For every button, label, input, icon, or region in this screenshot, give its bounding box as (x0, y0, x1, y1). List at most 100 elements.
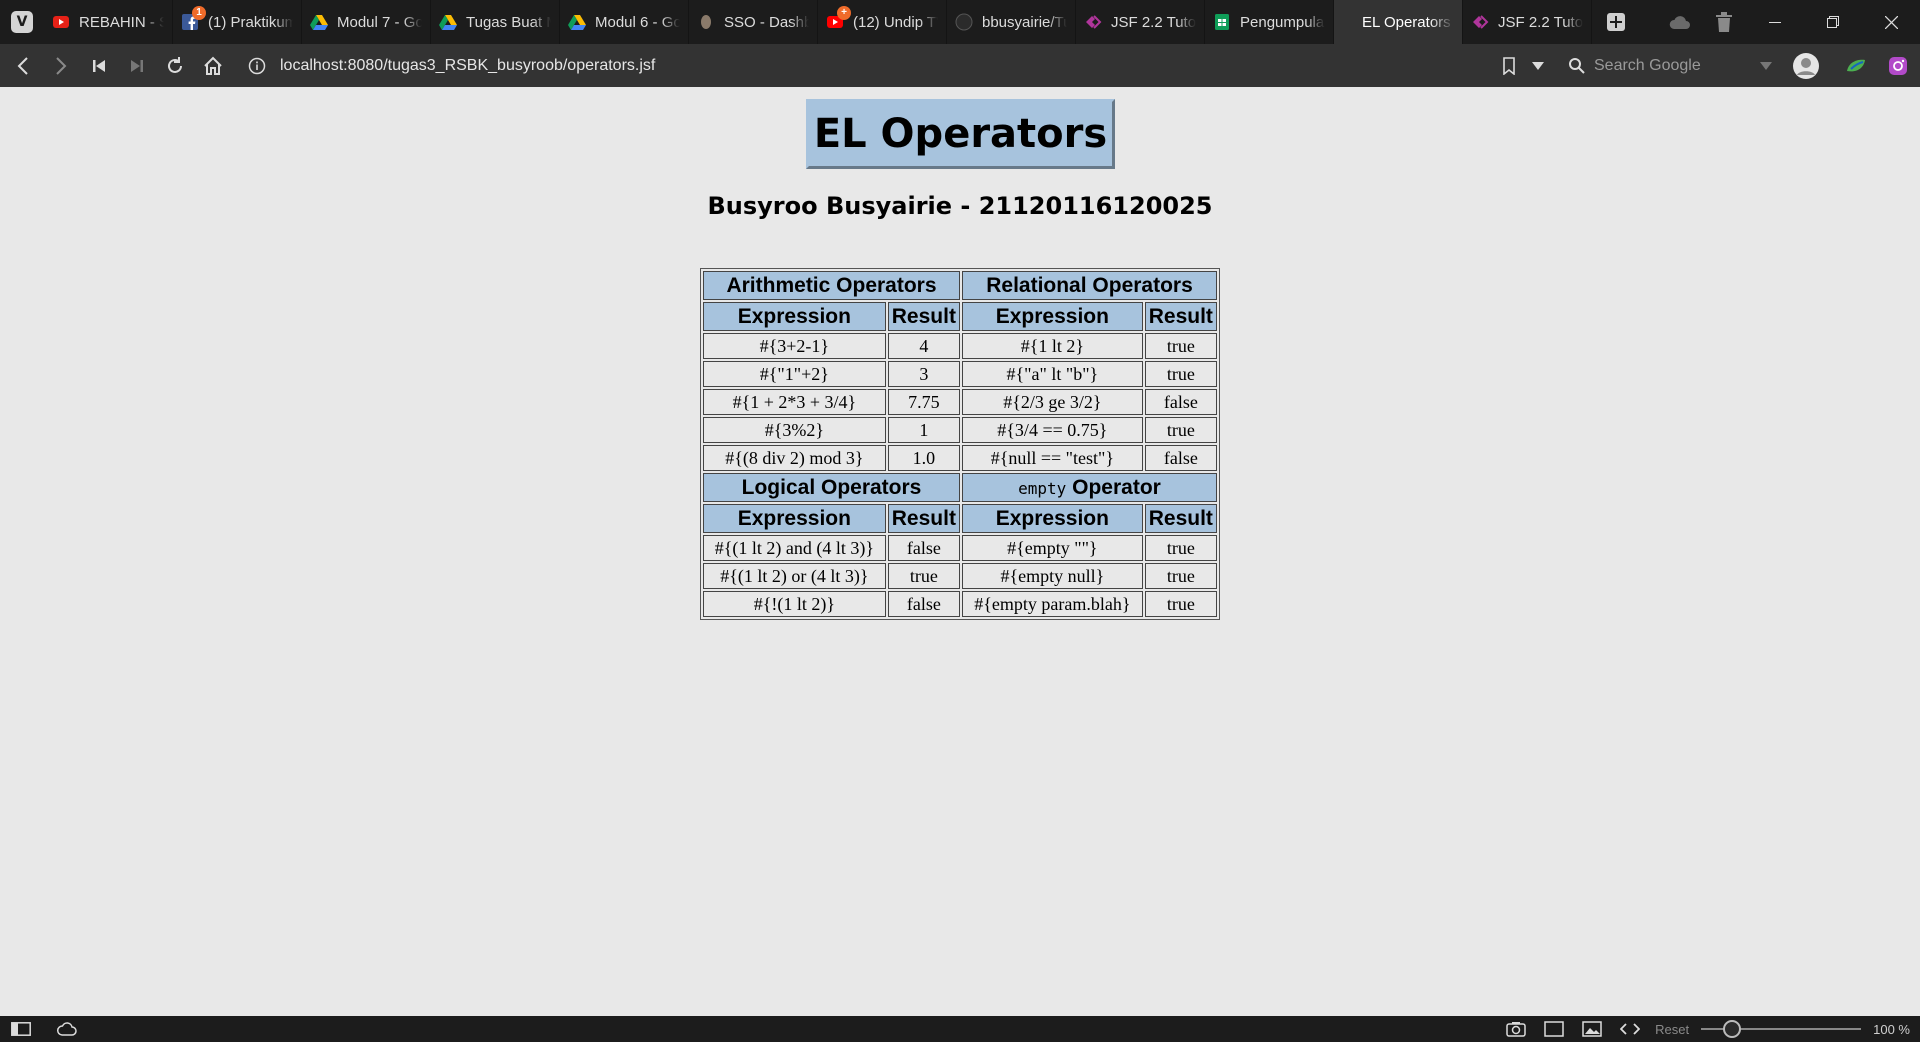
page-title-box: EL Operators (806, 99, 1115, 169)
restore-icon (1827, 16, 1839, 28)
minimize-button[interactable] (1746, 0, 1804, 44)
window-icon (1544, 1021, 1564, 1037)
empty-operator-header-suffix: Operator (1066, 475, 1161, 499)
panel-toggle-button[interactable] (6, 1016, 36, 1042)
page-actions-button[interactable] (1615, 1016, 1645, 1042)
logical-expression-cell: #{!(1 lt 2)} (703, 591, 886, 617)
chevron-down-icon[interactable] (1760, 61, 1772, 70)
tab-title: (1) Praktikum (208, 13, 293, 31)
search-field[interactable]: Search Google (1562, 50, 1780, 81)
panel-icon (11, 1022, 31, 1036)
site-info-icon[interactable] (248, 57, 266, 75)
bookmark-icon[interactable] (1502, 56, 1516, 75)
sync-cloud-button[interactable] (1658, 0, 1702, 44)
browser-tab[interactable]: Modul 7 - Go (302, 0, 431, 44)
logical-empty-rows: #{(1 lt 2) and (4 lt 3)} false #{empty ""}… (703, 535, 1217, 617)
arithmetic-result-cell: 4 (887, 333, 960, 359)
extension-button[interactable] (1836, 44, 1876, 87)
browser-tab[interactable]: Pengumpula (1205, 0, 1334, 44)
new-tab-button[interactable] (1594, 0, 1638, 44)
browser-tab[interactable]: Modul 6 - Go (560, 0, 689, 44)
empty-result-cell: true (1144, 563, 1217, 589)
plus-icon (1607, 13, 1625, 31)
tiling-button[interactable] (1539, 1016, 1569, 1042)
google-drive-icon (568, 13, 586, 31)
page-content: EL Operators Busyroo Busyairie - 2112011… (0, 87, 1920, 1016)
url-text[interactable]: localhost:8080/tugas3_RSBK_busyroob/oper… (280, 57, 655, 75)
sync-status-button[interactable] (52, 1016, 82, 1042)
tab-title: EL Operators (1362, 13, 1451, 31)
jsf-icon (1084, 13, 1102, 31)
browser-tab[interactable]: Tugas Buat M (431, 0, 560, 44)
browser-tab[interactable]: SSO - Dashb (689, 0, 818, 44)
fast-forward-button[interactable] (118, 44, 156, 87)
table-row: #{(8 div 2) mod 3} 1.0 #{null == "test"} fa… (703, 445, 1217, 471)
column-header-expression: Expression (703, 302, 886, 331)
empty-expression-cell: #{empty null} (962, 563, 1143, 589)
rewind-button[interactable] (80, 44, 118, 87)
logical-operators-header: Logical Operators (703, 473, 960, 502)
profile-button[interactable] (1786, 44, 1826, 87)
restore-button[interactable] (1804, 0, 1862, 44)
back-button[interactable] (4, 44, 42, 87)
instagram-button[interactable] (1878, 44, 1918, 87)
arrow-left-icon (17, 56, 28, 75)
capture-button[interactable] (1501, 1016, 1531, 1042)
tab-title: Tugas Buat M (466, 13, 551, 31)
tab-title: bbusyairie/Tu (982, 13, 1067, 31)
tab-strip: V REBAHIN - S 1 (1) Praktikum Modul 7 - Go T… (0, 0, 1920, 44)
tab-title: Modul 6 - Go (595, 13, 680, 31)
minimize-icon (1769, 22, 1781, 23)
relational-result-cell: true (1144, 417, 1217, 443)
column-header-expression: Expression (703, 504, 886, 533)
column-header-result: Result (1144, 302, 1217, 331)
search-placeholder[interactable]: Search Google (1594, 57, 1760, 75)
arithmetic-result-cell: 7.75 (887, 389, 960, 415)
browser-tab[interactable]: JSF 2.2 Tutori (1076, 0, 1205, 44)
image-icon (1582, 1021, 1602, 1037)
browser-tab[interactable]: bbusyairie/Tu (947, 0, 1076, 44)
browser-tab[interactable]: + (12) Undip TV (818, 0, 947, 44)
zoom-level: 100 % (1873, 1021, 1910, 1037)
logical-result-cell: false (887, 535, 960, 561)
notification-badge: 1 (192, 6, 206, 20)
table-row: #{3+2-1} 4 #{1 lt 2} true (703, 333, 1217, 359)
google-drive-icon (439, 13, 457, 31)
zoom-slider[interactable] (1701, 1016, 1862, 1042)
column-header-result: Result (887, 504, 960, 533)
home-icon (204, 56, 222, 75)
trash-button[interactable] (1702, 0, 1746, 44)
browser-tab[interactable]: 1 (1) Praktikum (173, 0, 302, 44)
tab-title: (12) Undip TV (853, 13, 938, 31)
notification-badge: + (837, 6, 851, 20)
zoom-slider-handle[interactable] (1723, 1020, 1742, 1038)
reload-button[interactable] (156, 44, 194, 87)
vivaldi-logo-icon: V (11, 11, 33, 33)
browser-tab[interactable]: REBAHIN - S (44, 0, 173, 44)
close-window-button[interactable] (1862, 0, 1920, 44)
images-toggle-button[interactable] (1577, 1016, 1607, 1042)
browser-tab[interactable]: JSF 2.2 Tutor (1463, 0, 1592, 44)
empty-expression-cell: #{empty param.blah} (962, 591, 1143, 617)
dropdown-arrow-icon[interactable] (1532, 61, 1544, 70)
instagram-icon (1889, 56, 1907, 75)
browser-tab[interactable]: EL Operators (1334, 0, 1463, 44)
empty-operator-header: empty Operator (962, 473, 1217, 502)
column-header-expression: Expression (962, 302, 1143, 331)
address-bar[interactable]: localhost:8080/tugas3_RSBK_busyroob/oper… (240, 50, 1552, 81)
sso-icon (697, 13, 715, 31)
logical-result-cell: true (887, 563, 960, 589)
group-header-row: Arithmetic Operators Relational Operator… (703, 271, 1217, 300)
forward-button[interactable] (42, 44, 80, 87)
column-header-result: Result (1144, 504, 1217, 533)
facebook-icon: 1 (181, 6, 206, 31)
extension-leaf-icon (1847, 59, 1865, 71)
arithmetic-result-cell: 1.0 (887, 445, 960, 471)
fast-forward-icon (131, 59, 143, 72)
relational-result-cell: false (1144, 389, 1217, 415)
relational-expression-cell: #{3/4 == 0.75} (962, 417, 1143, 443)
zoom-reset-button[interactable]: Reset (1655, 1022, 1689, 1037)
vivaldi-menu-button[interactable]: V (0, 0, 44, 44)
home-button[interactable] (194, 44, 232, 87)
trash-icon (1716, 12, 1732, 32)
